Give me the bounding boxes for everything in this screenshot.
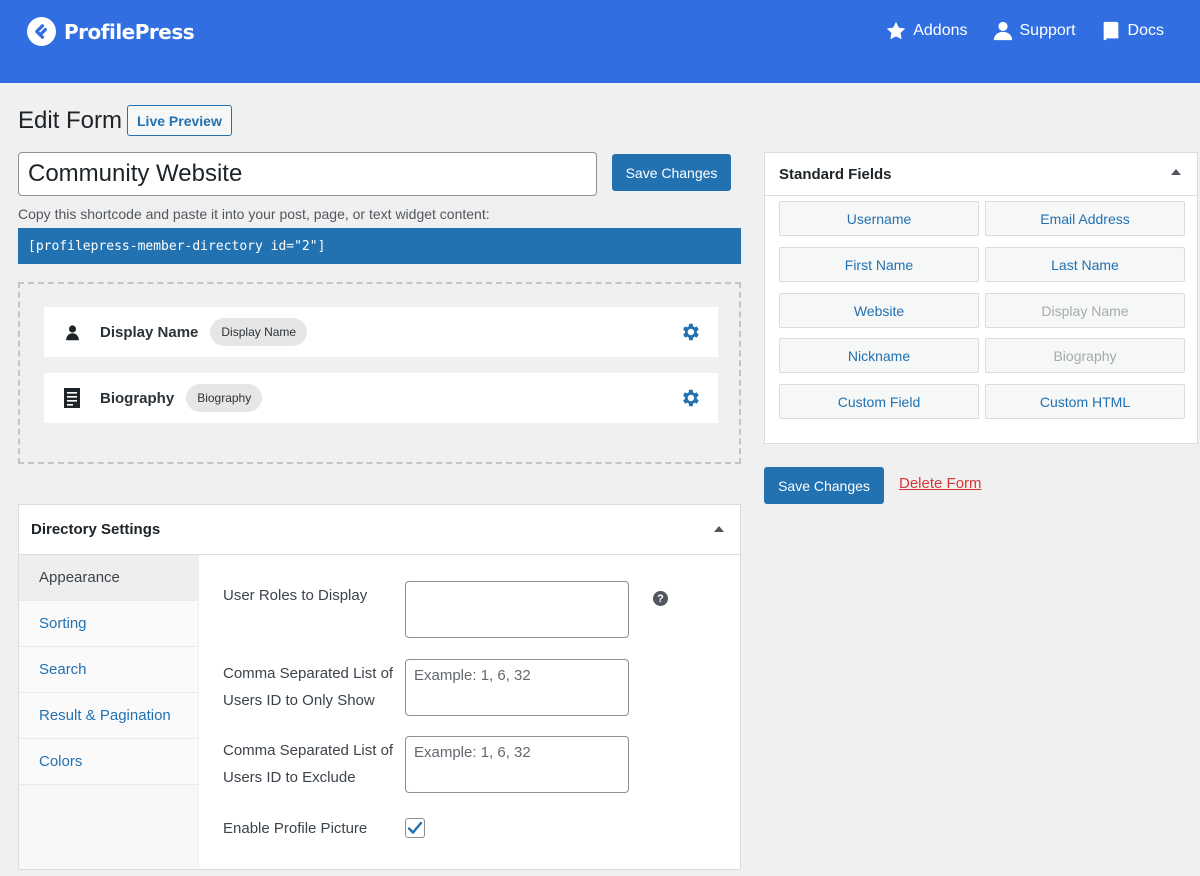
field-chip: Biography (186, 384, 263, 412)
tab-colors[interactable]: Colors (19, 739, 198, 785)
collapse-arrow-icon[interactable] (1171, 169, 1181, 175)
std-field-custom-html[interactable]: Custom HTML (985, 384, 1185, 419)
field-row-display-name[interactable]: Display Name Display Name (44, 307, 718, 357)
delete-form-link[interactable]: Delete Form (899, 475, 982, 492)
std-field-email-address[interactable]: Email Address (985, 201, 1185, 236)
tab-result-pagination[interactable]: Result & Pagination (19, 693, 198, 739)
std-field-custom-field[interactable]: Custom Field (779, 384, 979, 419)
top-nav: Addons Support Docs (885, 20, 1164, 42)
shortcode-help-text: Copy this shortcode and paste it into yo… (18, 206, 490, 222)
nav-docs[interactable]: Docs (1100, 20, 1164, 42)
field-chip: Display Name (210, 318, 308, 346)
std-field-biography: Biography (985, 338, 1185, 373)
page-title: Edit Form (18, 107, 123, 134)
user-icon (993, 21, 1012, 41)
tab-appearance[interactable]: Appearance (19, 555, 198, 601)
directory-settings-tabs: Appearance Sorting Search Result & Pagin… (19, 555, 199, 869)
live-preview-button[interactable]: Live Preview (127, 105, 232, 136)
field-name: Biography (100, 389, 175, 407)
field-row-biography[interactable]: Biography Biography (44, 373, 718, 423)
std-field-last-name[interactable]: Last Name (985, 247, 1185, 282)
directory-settings-title: Directory Settings (31, 521, 161, 538)
standard-fields-panel: Standard Fields Username Email Address F… (764, 152, 1198, 444)
exclude-label: Comma Separated List of Users ID to Excl… (223, 742, 394, 786)
form-title-input[interactable]: Community Website (18, 152, 597, 196)
brand-name: ProfilePress (64, 19, 195, 44)
profilepress-logo-icon (27, 17, 56, 46)
tab-sorting[interactable]: Sorting (19, 601, 198, 647)
gear-icon[interactable] (679, 387, 701, 409)
nav-support[interactable]: Support (992, 20, 1076, 42)
star-icon (887, 21, 906, 40)
std-field-first-name[interactable]: First Name (779, 247, 979, 282)
nav-addons[interactable]: Addons (885, 20, 968, 42)
only-show-label: Comma Separated List of Users ID to Only… (223, 665, 394, 709)
collapse-arrow-icon[interactable] (714, 526, 724, 532)
std-field-nickname[interactable]: Nickname (779, 338, 979, 373)
directory-settings-header[interactable]: Directory Settings (19, 505, 740, 555)
checkmark-icon (407, 821, 423, 834)
top-header: ProfilePress Addons Support Docs (0, 0, 1200, 83)
directory-settings-panel: Directory Settings Appearance Sorting Se… (18, 504, 741, 870)
standard-fields-header[interactable]: Standard Fields (765, 153, 1197, 196)
user-icon (62, 322, 82, 342)
save-changes-button[interactable]: Save Changes (764, 467, 884, 504)
standard-fields-title: Standard Fields (779, 165, 892, 183)
nav-docs-label: Docs (1127, 22, 1164, 39)
field-builder-area[interactable]: Display Name Display Name Biography Biog… (18, 282, 741, 464)
document-icon (62, 388, 82, 408)
std-field-username[interactable]: Username (779, 201, 979, 236)
field-name: Display Name (100, 323, 199, 341)
help-icon[interactable]: ? (653, 591, 668, 606)
std-field-display-name: Display Name (985, 293, 1185, 328)
profile-picture-checkbox[interactable] (405, 818, 425, 838)
tab-search[interactable]: Search (19, 647, 198, 693)
user-roles-select[interactable] (405, 581, 629, 638)
save-changes-button-top[interactable]: Save Changes (612, 154, 731, 191)
exclude-textarea[interactable]: Example: 1, 6, 32 (405, 736, 629, 793)
shortcode-display[interactable]: [profilepress-member-directory id="2"] (18, 228, 741, 264)
nav-support-label: Support (1019, 22, 1076, 39)
nav-addons-label: Addons (913, 22, 968, 39)
std-field-website[interactable]: Website (779, 293, 979, 328)
profile-picture-label: Enable Profile Picture (223, 820, 368, 837)
brand[interactable]: ProfilePress (27, 17, 195, 46)
user-roles-label: User Roles to Display (223, 587, 368, 604)
only-show-textarea[interactable]: Example: 1, 6, 32 (405, 659, 629, 716)
book-icon (1103, 21, 1118, 41)
gear-icon[interactable] (679, 321, 701, 343)
